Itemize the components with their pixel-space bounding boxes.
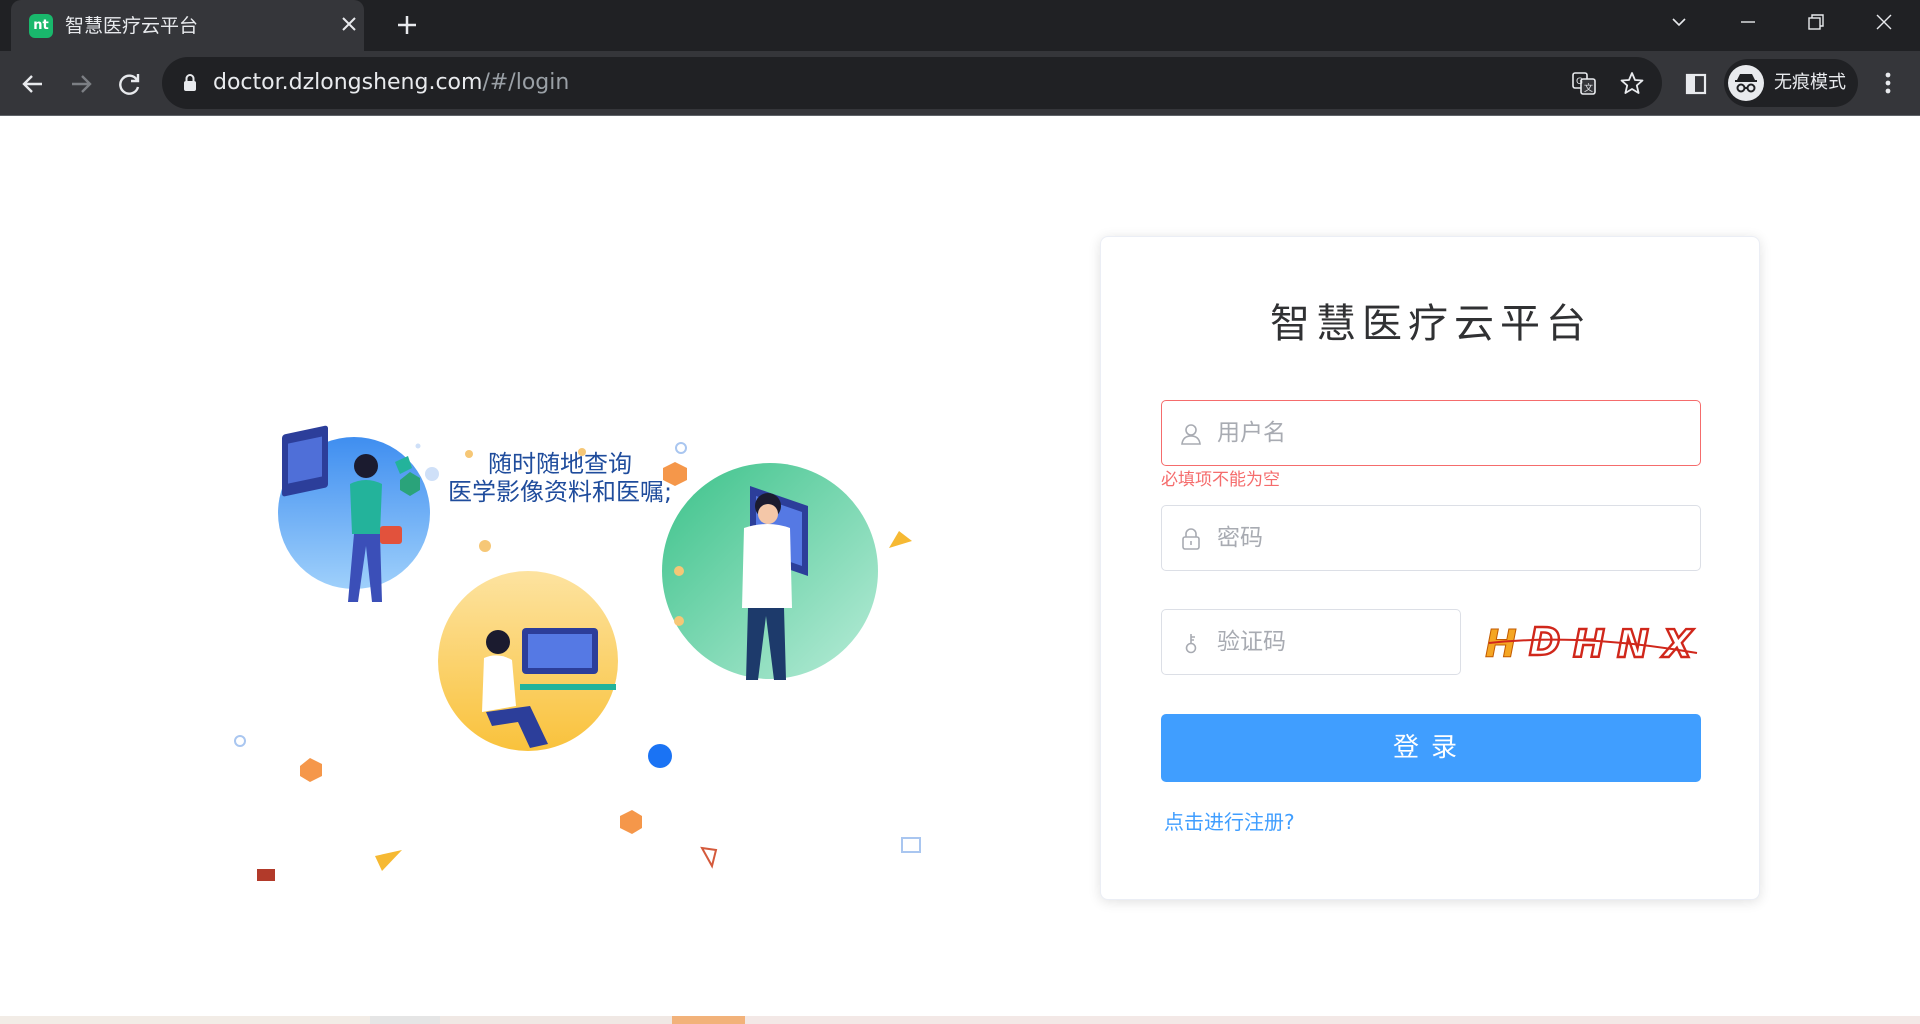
minimize-button[interactable]	[1716, 0, 1780, 44]
new-tab-button[interactable]	[392, 10, 422, 40]
url-path: /#/login	[482, 70, 570, 95]
back-arrow-icon[interactable]	[17, 68, 49, 100]
url-host: doctor.dzlongsheng.com	[213, 70, 483, 95]
tab-title: 智慧医疗云平台	[65, 15, 199, 37]
svg-text:文: 文	[1584, 82, 1593, 94]
key-icon	[1180, 631, 1202, 655]
address-bar[interactable]: doctor.dzlongsheng.com/#/login G文	[162, 57, 1662, 109]
login-page: 随时随地查询 医学影像资料和医嘱; 智慧医疗云平台 必填项不能为空	[0, 116, 1920, 1024]
reload-icon[interactable]	[113, 68, 145, 100]
lock-icon[interactable]	[182, 73, 198, 93]
login-button[interactable]: 登录	[1161, 714, 1701, 782]
captcha-glyph: H	[1485, 622, 1517, 666]
tab-close-icon[interactable]	[338, 13, 360, 35]
translate-icon[interactable]: G文	[1571, 70, 1597, 96]
lock-icon	[1180, 527, 1202, 551]
slogan-line-1: 随时随地查询	[488, 450, 632, 478]
password-field[interactable]	[1161, 505, 1701, 571]
slogan-text: 随时随地查询	[430, 450, 690, 478]
incognito-label: 无痕模式	[1774, 72, 1846, 93]
register-link[interactable]: 点击进行注册?	[1164, 810, 1295, 834]
captcha-glyph: X	[1661, 622, 1694, 666]
username-error-message: 必填项不能为空	[1161, 470, 1280, 490]
login-card: 智慧医疗云平台 必填项不能为空 H D H N	[1100, 236, 1760, 900]
captcha-glyph: H	[1573, 622, 1605, 666]
username-input[interactable]	[1217, 401, 1685, 465]
user-icon	[1180, 422, 1202, 446]
browser-tab-strip: nt 智慧医疗云平台	[0, 0, 1920, 51]
browser-menu-icon[interactable]	[1872, 67, 1904, 99]
incognito-profile-button[interactable]: 无痕模式	[1724, 59, 1858, 107]
browser-toolbar: doctor.dzlongsheng.com/#/login G文 无痕模式	[0, 51, 1920, 115]
captcha-field[interactable]	[1161, 609, 1461, 675]
restore-button[interactable]	[1784, 0, 1848, 44]
username-field[interactable]	[1161, 400, 1701, 466]
page-bottom-strip	[0, 1016, 1920, 1024]
close-window-button[interactable]	[1852, 0, 1916, 44]
password-input[interactable]	[1217, 506, 1685, 570]
browser-tab[interactable]: nt 智慧医疗云平台	[11, 0, 364, 51]
forward-arrow-icon[interactable]	[65, 68, 97, 100]
login-title: 智慧医疗云平台	[1270, 301, 1592, 347]
captcha-glyph: D	[1529, 620, 1561, 664]
svg-text:G: G	[1576, 77, 1583, 87]
url-text[interactable]: doctor.dzlongsheng.com/#/login	[213, 70, 569, 96]
captcha-image[interactable]: H D H N X	[1481, 609, 1701, 675]
tab-search-chevron-icon[interactable]	[1647, 0, 1711, 44]
site-favicon-icon: nt	[29, 14, 53, 38]
slogan-text-2: 医学影像资料和医嘱;	[420, 478, 700, 506]
captcha-input[interactable]	[1217, 610, 1445, 674]
side-panel-icon[interactable]	[1680, 68, 1712, 100]
bookmark-star-icon[interactable]	[1619, 70, 1645, 96]
incognito-icon	[1728, 65, 1764, 101]
slogan-line-2: 医学影像资料和医嘱;	[447, 478, 673, 506]
